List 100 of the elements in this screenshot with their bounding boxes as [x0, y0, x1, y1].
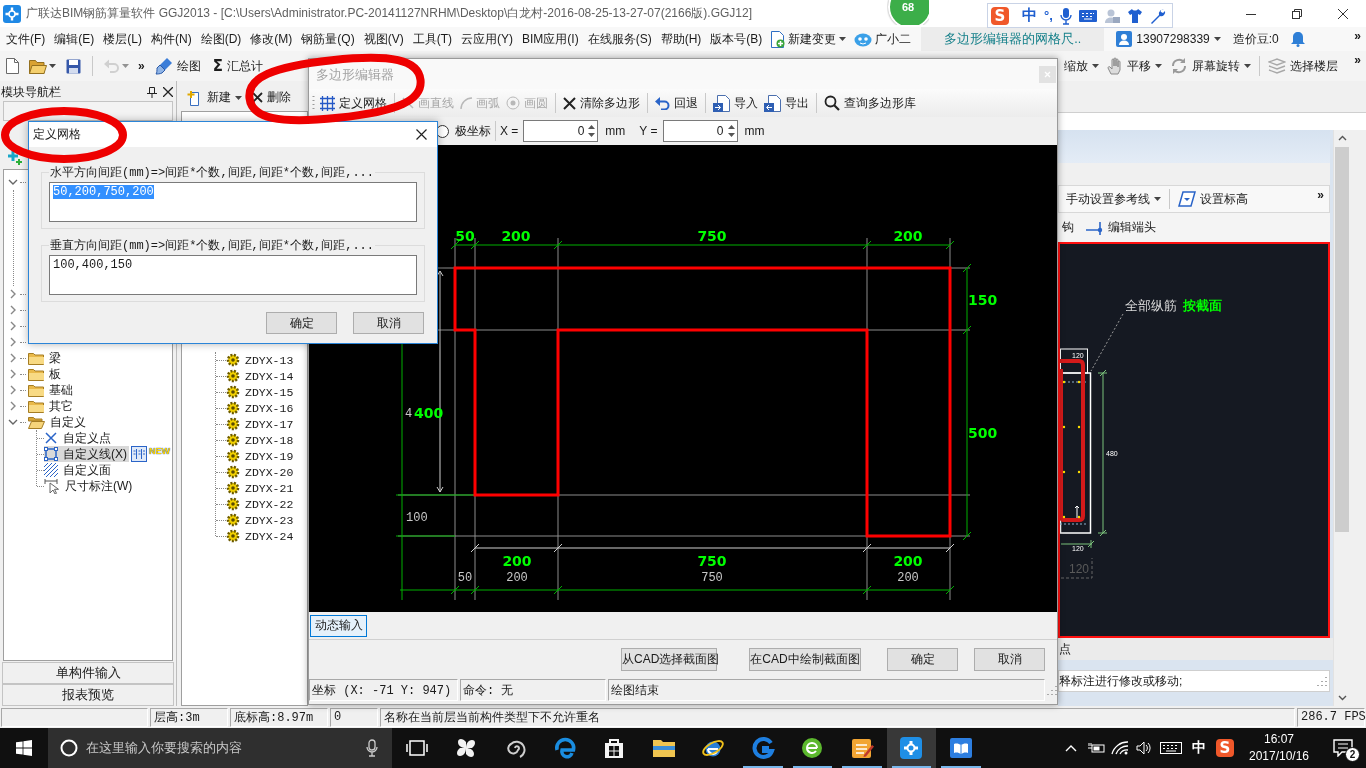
mascot-icon[interactable]	[854, 31, 873, 47]
menu-item[interactable]: BIM应用(I)	[518, 27, 583, 51]
close-icon[interactable]	[163, 87, 173, 97]
edit-end-button[interactable]: 编辑端头	[1082, 216, 1160, 239]
open-folder-icon[interactable]	[28, 415, 45, 429]
folder-icon[interactable]	[28, 351, 44, 365]
wrench-icon[interactable]	[1149, 7, 1166, 24]
dialog-button[interactable]: 从CAD选择截面图	[621, 647, 717, 671]
clock-date[interactable]: 2017/10/16	[1248, 748, 1310, 765]
zoom-button[interactable]: 缩放	[1060, 55, 1103, 77]
caret-icon[interactable]	[1244, 64, 1251, 68]
toolbar-button[interactable]: 导入	[710, 92, 761, 114]
toolbar-button[interactable]: 回退	[652, 92, 701, 114]
spacing-input[interactable]: 100,400,150	[49, 255, 417, 295]
shirt-icon[interactable]	[1126, 8, 1143, 23]
close-icon[interactable]	[416, 129, 427, 140]
notification-icon[interactable]	[1333, 739, 1353, 757]
speaker-icon[interactable]	[1136, 741, 1152, 755]
caret-icon[interactable]	[1154, 197, 1161, 201]
x-mark-icon[interactable]	[44, 431, 58, 445]
tree-item[interactable]: 其它	[28, 398, 75, 414]
toolbar-button[interactable]: 清除多边形	[560, 92, 643, 114]
list-item[interactable]: ZDYX-17	[226, 417, 294, 431]
draw-button[interactable]: 绘图	[150, 55, 205, 77]
calculate-button[interactable]: Σ 汇总计	[208, 55, 267, 77]
more-button[interactable]: »	[1315, 189, 1326, 201]
delete-button[interactable]: 删除	[248, 86, 295, 109]
caret-icon[interactable]	[235, 95, 242, 100]
rotate-icon[interactable]	[1170, 57, 1188, 75]
add-icon[interactable]	[7, 150, 23, 166]
clock-time[interactable]: 16:07	[1264, 731, 1294, 748]
wifi-icon[interactable]	[1111, 741, 1129, 755]
list-item[interactable]: ZDYX-13	[226, 353, 294, 367]
tree-item[interactable]: 自定义点	[44, 430, 113, 446]
new-button[interactable]: 新建	[183, 86, 246, 109]
list-item[interactable]: ZDYX-14	[226, 369, 294, 383]
tree-item[interactable]: 自定义线(X)	[44, 446, 129, 462]
cross-icon[interactable]	[252, 92, 263, 103]
coordinate-field[interactable]: 0	[523, 120, 599, 142]
nav-button[interactable]: 单构件输入	[2, 662, 174, 684]
tree-item[interactable]: 自定义面	[44, 462, 113, 478]
tab-label[interactable]: 点	[1059, 640, 1071, 658]
menu-item[interactable]: 钢筋量(Q)	[297, 27, 359, 51]
folder-icon[interactable]	[29, 58, 47, 74]
chevron-right-icon[interactable]	[8, 353, 18, 363]
list-item[interactable]: ZDYX-15	[226, 385, 294, 399]
export-icon[interactable]	[764, 94, 781, 112]
tree-item[interactable]: 梁	[28, 350, 63, 366]
menu-item[interactable]: 工具(T)	[408, 27, 456, 51]
chevron-down-icon[interactable]	[1337, 695, 1347, 701]
scrollbar[interactable]	[1333, 130, 1350, 706]
radio-label[interactable]: 极坐标	[455, 122, 491, 140]
more-button[interactable]: »	[1352, 54, 1363, 66]
keyboard-icon[interactable]	[1160, 742, 1182, 754]
caret-icon[interactable]	[49, 64, 56, 68]
chevron-down-icon[interactable]	[8, 177, 18, 187]
toolbar-button[interactable]: 查询多边形库	[821, 92, 919, 114]
list-item[interactable]: ZDYX-20	[226, 465, 294, 479]
nav-button[interactable]: 报表预览	[2, 684, 174, 706]
windows-logo-icon[interactable]	[16, 740, 32, 756]
list-item[interactable]: ZDYX-24	[226, 529, 294, 543]
list-item[interactable]: ZDYX-21	[226, 481, 294, 495]
ime-mode[interactable]: 中	[1192, 739, 1206, 757]
bell-icon[interactable]	[1290, 31, 1305, 47]
battery-plug-icon[interactable]	[1086, 741, 1105, 755]
more-button[interactable]: »	[136, 60, 147, 72]
search-field[interactable]: 在这里输入你要搜索的内容	[48, 728, 392, 768]
ime-punctuation[interactable]: °,	[1044, 8, 1053, 23]
microphone-icon[interactable]	[1059, 6, 1072, 25]
list-item[interactable]: ZDYX-16	[226, 401, 294, 415]
elevation-button[interactable]: 设置标高	[1174, 188, 1252, 210]
menu-item[interactable]: 绘图(D)	[196, 27, 246, 51]
caret-icon[interactable]	[1155, 64, 1162, 68]
menu-item[interactable]: 视图(V)	[359, 27, 408, 51]
chevron-right-icon[interactable]	[8, 369, 18, 379]
more-button[interactable]: »	[1352, 30, 1363, 42]
list-item[interactable]: ZDYX-23	[226, 513, 294, 527]
chevron-right-icon[interactable]	[8, 401, 18, 411]
chevron-right-icon[interactable]	[8, 385, 18, 395]
tree-item[interactable]: 板	[28, 366, 63, 382]
tree-item[interactable]: 基础	[28, 382, 75, 398]
menu-item[interactable]: 修改(M)	[246, 27, 297, 51]
grid-icon[interactable]	[320, 95, 335, 111]
close-icon[interactable]	[1338, 8, 1348, 19]
dialog-button[interactable]: 确定	[887, 647, 958, 671]
caret-icon[interactable]	[839, 37, 847, 41]
list-item[interactable]: ZDYX-18	[226, 433, 294, 447]
hatch-icon[interactable]	[44, 463, 58, 477]
elevation-icon[interactable]	[1178, 191, 1196, 207]
new-change-button[interactable]: 新建变更	[767, 28, 851, 50]
cursor-icon[interactable]	[44, 478, 60, 494]
task-view-icon[interactable]	[405, 740, 428, 756]
dialog-button[interactable]: 在CAD中绘制截面图	[749, 647, 861, 671]
paintbrush-icon[interactable]	[154, 57, 173, 75]
import-icon[interactable]	[713, 94, 730, 112]
chevron-right-icon[interactable]	[8, 289, 18, 299]
caret-icon[interactable]	[1213, 37, 1221, 41]
document-plus-icon[interactable]	[771, 30, 786, 48]
undo-icon[interactable]	[655, 96, 670, 110]
menu-item[interactable]: 云应用(Y)	[457, 27, 517, 51]
